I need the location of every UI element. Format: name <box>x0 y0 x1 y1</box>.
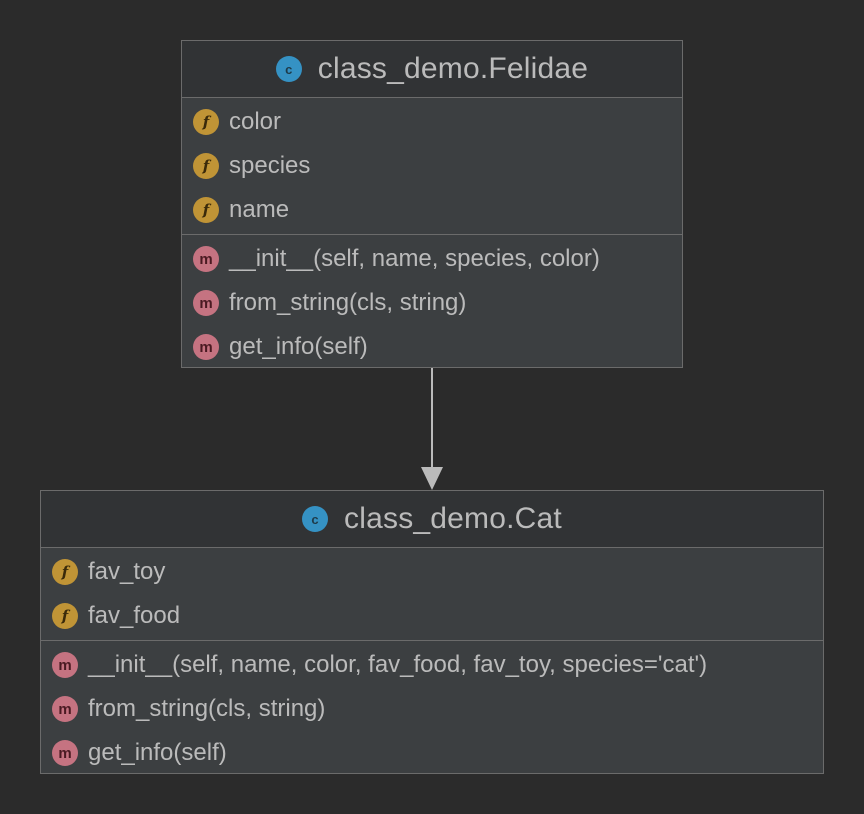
arrow-head-icon <box>421 467 443 490</box>
fields-section: f fav_toy f fav_food <box>41 548 823 641</box>
method-row[interactable]: m get_info(self) <box>41 731 823 775</box>
method-icon: m <box>52 652 78 678</box>
field-icon: f <box>52 559 78 585</box>
method-row[interactable]: m from_string(cls, string) <box>41 687 823 731</box>
method-icon: m <box>52 696 78 722</box>
method-signature: from_string(cls, string) <box>88 695 326 722</box>
field-row[interactable]: f fav_toy <box>41 550 823 594</box>
class-header: c class_demo.Cat <box>41 491 823 548</box>
method-icon: m <box>52 740 78 766</box>
method-signature: __init__(self, name, color, fav_food, fa… <box>88 651 708 678</box>
field-name: fav_food <box>88 602 181 629</box>
field-row[interactable]: f fav_food <box>41 594 823 638</box>
method-signature: get_info(self) <box>88 739 227 766</box>
methods-section: m __init__(self, name, color, fav_food, … <box>41 641 823 775</box>
class-icon: c <box>302 506 329 532</box>
field-name: fav_toy <box>88 558 166 585</box>
field-icon: f <box>52 603 78 629</box>
method-row[interactable]: m __init__(self, name, color, fav_food, … <box>41 643 823 687</box>
class-box-cat[interactable]: c class_demo.Cat f fav_toy f fav_food m … <box>40 490 824 774</box>
class-name: class_demo.Cat <box>344 502 562 535</box>
